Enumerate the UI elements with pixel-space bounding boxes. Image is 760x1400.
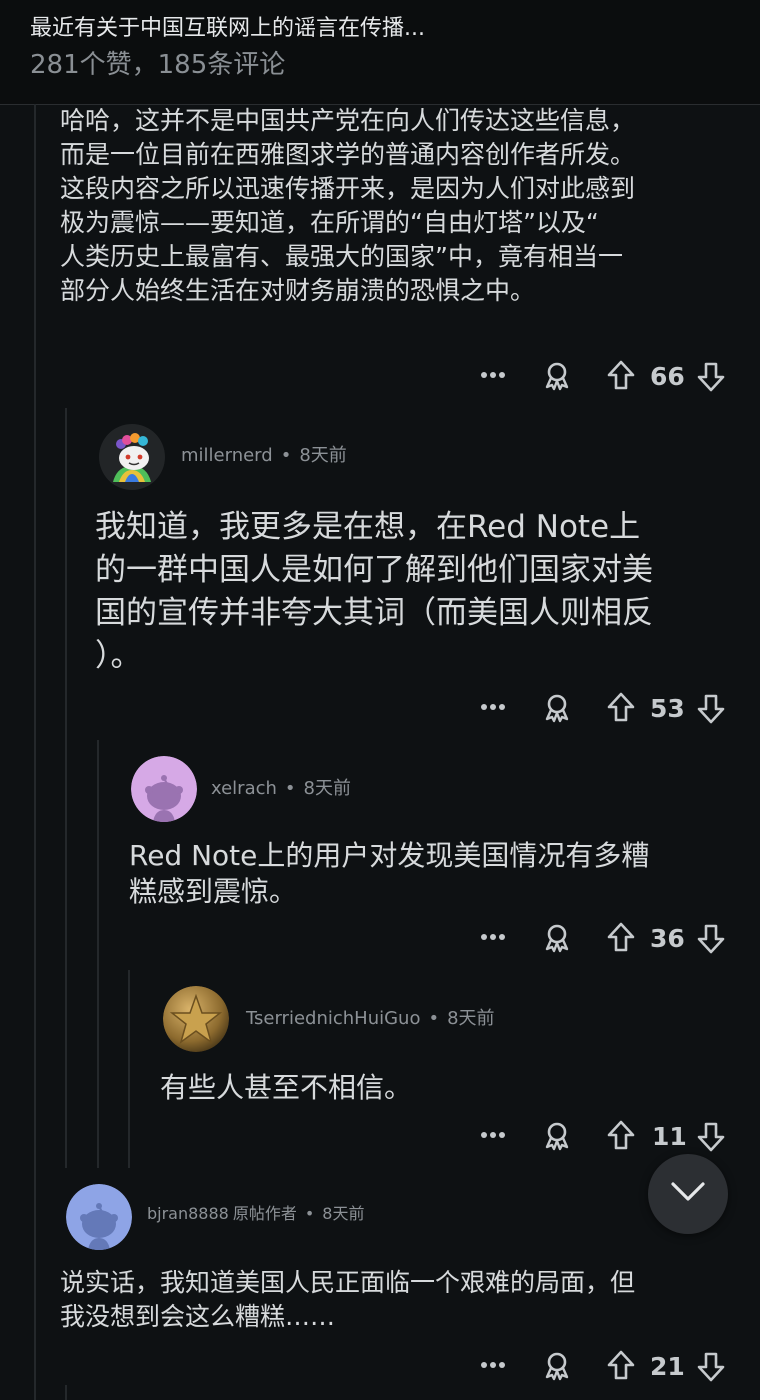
thread-line[interactable]	[34, 104, 36, 1400]
comment-body: 有些人甚至不相信。	[160, 1070, 720, 1106]
comment-line: 我知道，我更多是在想，在Red Note上	[95, 509, 641, 545]
vote-score: 66	[650, 362, 685, 391]
comment-body: 我知道，我更多是在想，在Red Note上 的一群中国人是如何了解到他们国家对美…	[95, 506, 735, 678]
avatar[interactable]	[131, 756, 197, 822]
meta-separator: •	[428, 1008, 440, 1029]
meta-separator: •	[280, 445, 292, 466]
award-icon[interactable]	[540, 690, 574, 724]
more-options-icon[interactable]	[478, 922, 508, 952]
comment-body: Red Note上的用户对发现美国情况有多糟 糕感到震惊。	[129, 838, 729, 910]
timestamp: 8天前	[303, 778, 351, 799]
username[interactable]: millernerd	[181, 445, 273, 466]
comment-line: 极为震惊——要知道，在所谓的“自由灯塔”以及“	[60, 208, 599, 237]
more-options-icon[interactable]	[478, 360, 508, 390]
award-icon[interactable]	[540, 1348, 574, 1382]
downvote-arrow-icon[interactable]	[694, 360, 728, 394]
meta-separator: •	[284, 778, 296, 799]
comment-line: 哈哈，这并不是中国共产党在向人们传达这些信息，	[60, 106, 636, 135]
more-options-icon[interactable]	[478, 1120, 508, 1150]
upvote-arrow-icon[interactable]	[604, 690, 638, 724]
avatar[interactable]	[99, 424, 165, 490]
username[interactable]: xelrach	[211, 778, 277, 799]
comment-meta: TserriednichHuiGuo • 8天前	[246, 1004, 495, 1030]
vote-score: 36	[650, 924, 685, 953]
upvote-arrow-icon[interactable]	[604, 920, 638, 954]
comment-line: 部分人始终生活在对财务崩溃的恐惧之中。	[60, 276, 536, 305]
more-options-icon[interactable]	[478, 1350, 508, 1380]
thread-line[interactable]	[65, 408, 67, 1168]
chevron-down-icon	[670, 1181, 706, 1207]
award-icon[interactable]	[540, 920, 574, 954]
timestamp: 8天前	[322, 1204, 365, 1223]
username[interactable]: bjran8888	[147, 1204, 229, 1223]
vote-score: 11	[652, 1122, 687, 1151]
comment-line: ）。	[95, 638, 142, 674]
downvote-arrow-icon[interactable]	[694, 692, 728, 726]
comment-meta: bjran8888 原帖作者 • 8天前	[147, 1200, 364, 1224]
comment-meta: xelrach • 8天前	[211, 774, 351, 800]
comment-line: 说实话，我知道美国人民正面临一个艰难的局面，但	[60, 1268, 636, 1297]
comment-line: 人类历史上最富有、最强大的国家”中，竟有相当一	[60, 242, 623, 271]
thread-line[interactable]	[97, 740, 99, 1168]
scroll-down-button[interactable]	[648, 1154, 728, 1234]
comment-line: 的一群中国人是如何了解到他们国家对美	[95, 552, 653, 588]
more-options-icon[interactable]	[478, 692, 508, 722]
downvote-arrow-icon[interactable]	[694, 922, 728, 956]
op-badge: 原帖作者	[232, 1204, 297, 1223]
thread-line[interactable]	[128, 970, 130, 1168]
vote-score: 53	[650, 694, 685, 723]
upvote-arrow-icon[interactable]	[604, 1348, 638, 1382]
post-header: 最近有关于中国互联网上的谣言在传播... 281个赞，185条评论	[0, 0, 760, 105]
comment-body: 说实话，我知道美国人民正面临一个艰难的局面，但 我没想到会这么糟糕……	[60, 1266, 740, 1334]
username[interactable]: TserriednichHuiGuo	[246, 1008, 420, 1029]
timestamp: 8天前	[299, 445, 347, 466]
upvote-arrow-icon[interactable]	[604, 358, 638, 392]
avatar[interactable]	[66, 1184, 132, 1250]
vote-score: 21	[650, 1352, 685, 1381]
downvote-arrow-icon[interactable]	[694, 1350, 728, 1384]
comment-line: 我没想到会这么糟糕……	[60, 1302, 336, 1331]
post-title[interactable]: 最近有关于中国互联网上的谣言在传播...	[30, 10, 425, 42]
comment-line: 这段内容之所以迅速传播开来，是因为人们对此感到	[60, 174, 636, 203]
upvote-arrow-icon[interactable]	[604, 1118, 638, 1152]
comment-line: 有些人甚至不相信。	[160, 1071, 413, 1104]
comment-line: 糕感到震惊。	[129, 875, 298, 908]
comment-meta: millernerd • 8天前	[181, 441, 347, 467]
comment-line: Red Note上的用户对发现美国情况有多糟	[129, 839, 650, 872]
thread-line[interactable]	[65, 1385, 67, 1400]
comment-line: 国的宣传并非夸大其词（而美国人则相反	[95, 595, 653, 631]
post-stats: 281个赞，185条评论	[30, 50, 286, 80]
comment-body: 哈哈，这并不是中国共产党在向人们传达这些信息， 而是一位目前在西雅图求学的普通内…	[60, 104, 740, 308]
award-icon[interactable]	[540, 1118, 574, 1152]
avatar[interactable]	[163, 986, 229, 1052]
timestamp: 8天前	[447, 1008, 495, 1029]
meta-separator: •	[304, 1204, 315, 1223]
award-icon[interactable]	[540, 358, 574, 392]
downvote-arrow-icon[interactable]	[694, 1120, 728, 1154]
comment-line: 而是一位目前在西雅图求学的普通内容创作者所发。	[60, 140, 636, 169]
